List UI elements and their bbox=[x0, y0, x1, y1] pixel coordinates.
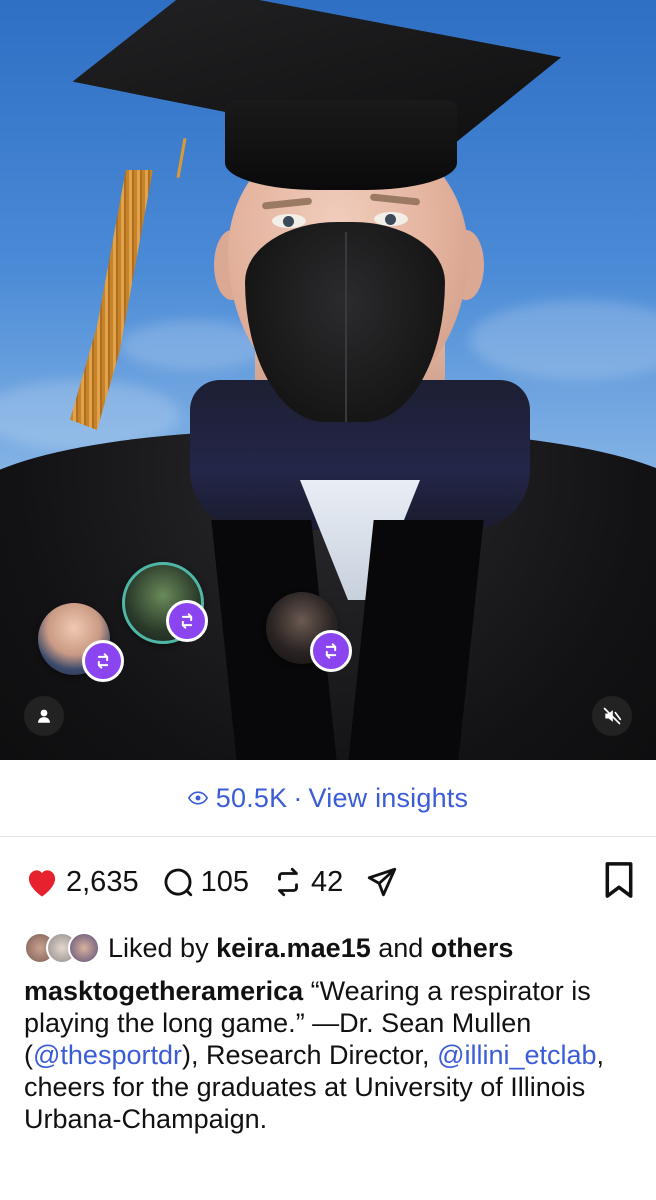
insights-bar[interactable]: 50.5K · View insights bbox=[0, 760, 656, 837]
post-photo[interactable] bbox=[0, 0, 656, 760]
views-count: 50.5K bbox=[215, 782, 288, 813]
comment-button[interactable]: 105 bbox=[161, 865, 249, 899]
likes-count: 2,635 bbox=[66, 865, 139, 898]
mention-thesportdr[interactable]: @thesportdr bbox=[33, 1040, 182, 1070]
repost-icon bbox=[278, 867, 298, 897]
liked-by-row[interactable]: Liked by keira.mae15 and others bbox=[0, 927, 656, 969]
repost-icon bbox=[97, 653, 109, 669]
save-button[interactable] bbox=[604, 861, 634, 907]
view-insights-link[interactable]: View insights bbox=[309, 783, 469, 814]
comments-count: 105 bbox=[200, 865, 249, 898]
reposts-count: 42 bbox=[310, 865, 344, 898]
share-button[interactable] bbox=[365, 865, 405, 899]
liker-avatar bbox=[68, 932, 100, 964]
bookmark-icon bbox=[605, 862, 633, 898]
caption-text: ), Research Director, bbox=[181, 1040, 438, 1070]
liker-avatars bbox=[24, 932, 100, 964]
views-eye-icon bbox=[187, 791, 208, 805]
action-bar: 2,635 105 42 bbox=[0, 837, 656, 927]
liked-by-user[interactable]: keira.mae15 bbox=[216, 933, 371, 964]
mask-seam bbox=[345, 232, 347, 422]
caption-username[interactable]: masktogetheramerica bbox=[24, 976, 303, 1006]
repost-button[interactable]: 42 bbox=[271, 865, 343, 899]
liked-by-prefix: Liked by bbox=[108, 932, 209, 963]
liked-by-others[interactable]: others bbox=[431, 933, 514, 964]
tassel-cord bbox=[176, 138, 187, 178]
speaker-muted-icon bbox=[603, 707, 622, 725]
repost-badge bbox=[310, 630, 352, 672]
person-icon bbox=[38, 709, 50, 723]
liked-by-and: and bbox=[378, 932, 424, 963]
repost-badge bbox=[166, 600, 208, 642]
cloud bbox=[470, 300, 656, 380]
repost-icon bbox=[181, 613, 193, 629]
post-caption: masktogetheramerica “Wearing a respirato… bbox=[0, 969, 656, 1135]
insights-separator: · bbox=[293, 782, 303, 813]
cap-band bbox=[225, 100, 457, 190]
mute-button[interactable] bbox=[592, 696, 632, 736]
mention-illini-etclab[interactable]: @illini_etclab bbox=[437, 1040, 596, 1070]
repost-badge bbox=[82, 640, 124, 682]
repost-icon bbox=[325, 643, 337, 659]
like-button[interactable]: 2,635 bbox=[24, 866, 139, 899]
send-icon bbox=[368, 867, 397, 897]
user-tags-button[interactable] bbox=[24, 696, 64, 736]
heart-icon bbox=[28, 870, 56, 897]
comment-icon bbox=[164, 868, 192, 897]
